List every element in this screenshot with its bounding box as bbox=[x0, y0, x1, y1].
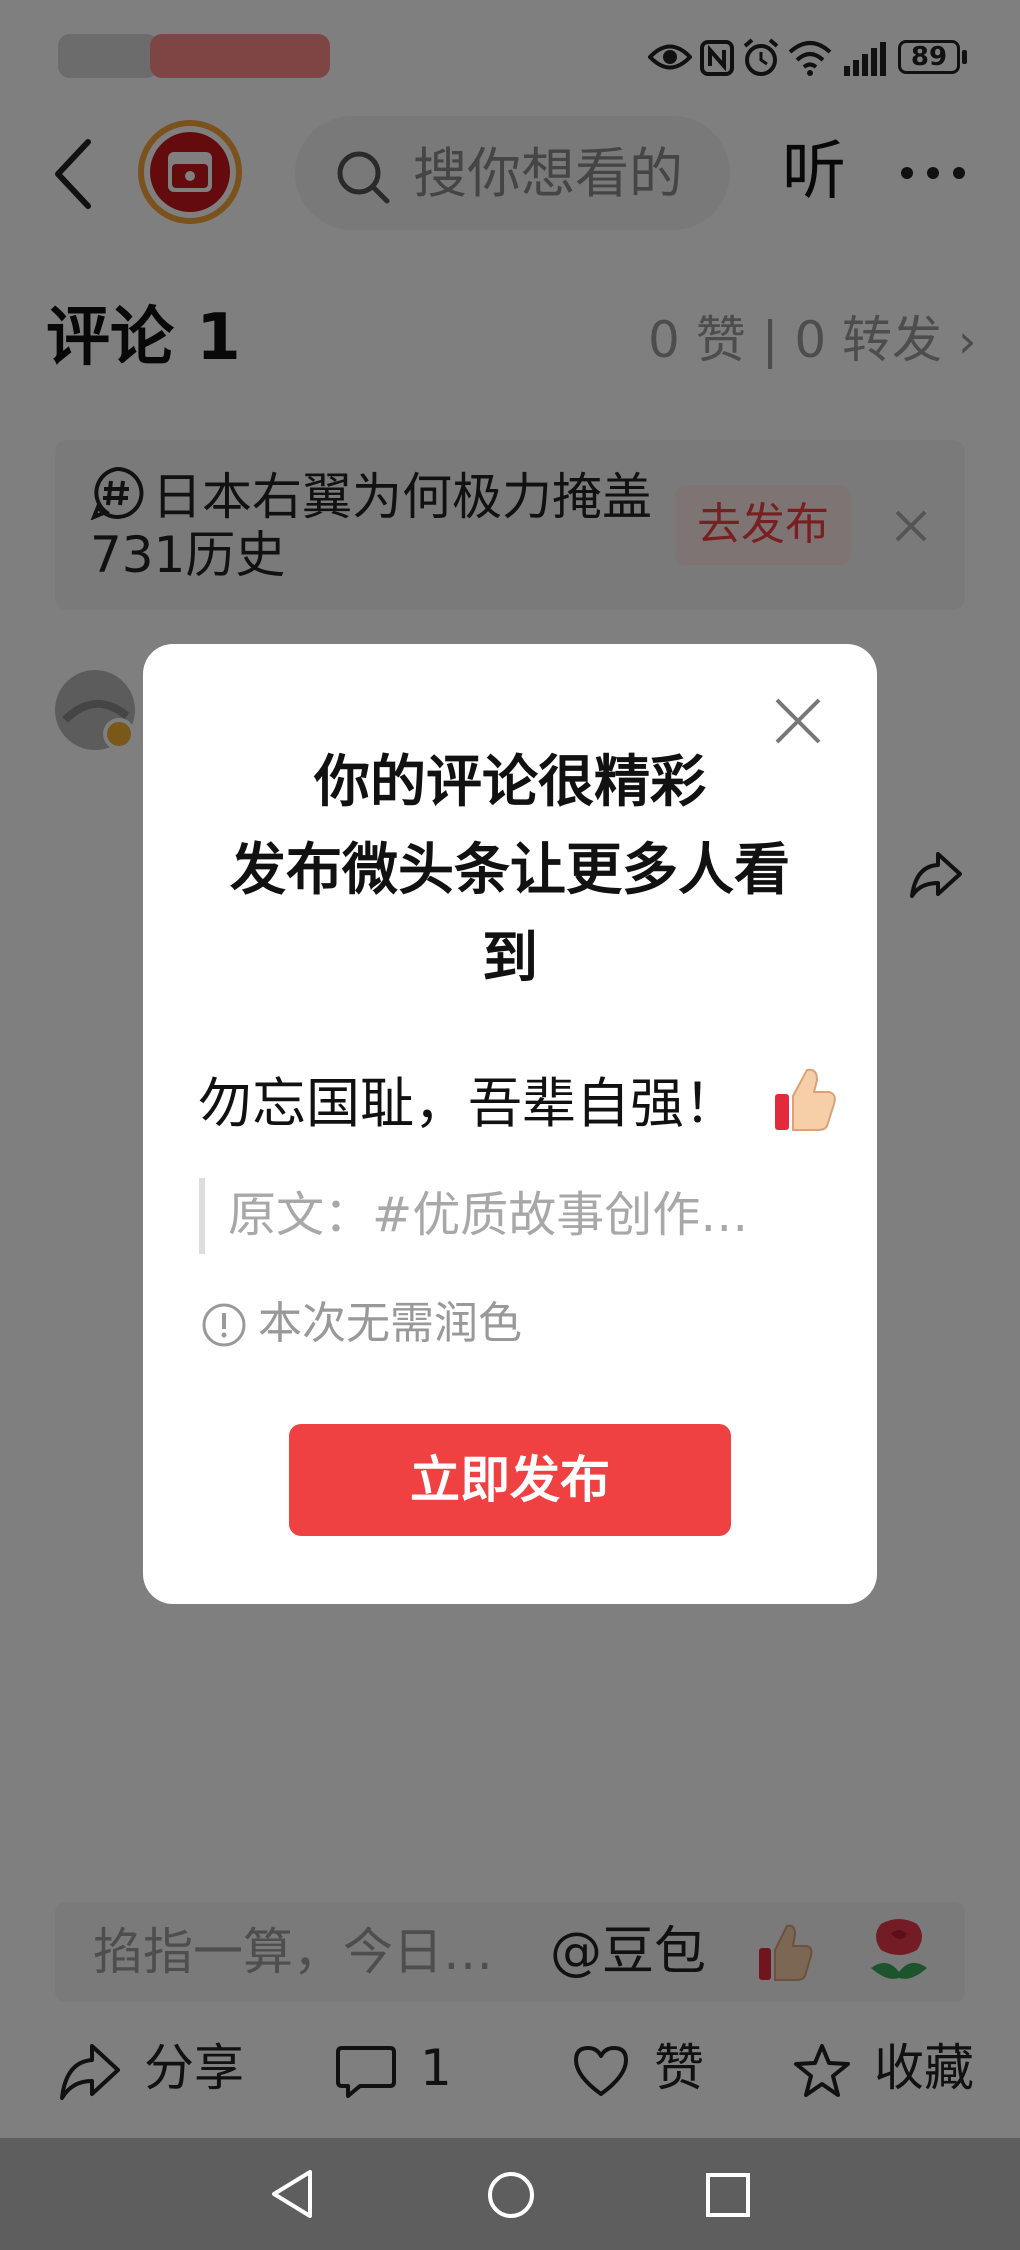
nav-back-icon[interactable] bbox=[268, 2168, 316, 2220]
polish-hint: 本次无需润色 bbox=[258, 1298, 522, 1349]
comment-text: 勿忘国耻，吾辈自强！ bbox=[198, 1072, 738, 1135]
modal-title-line: 你的评论很精彩 bbox=[314, 750, 706, 815]
nav-recents-icon[interactable] bbox=[705, 2172, 751, 2218]
thumbs-up-icon bbox=[771, 1064, 839, 1134]
info-icon bbox=[201, 1302, 247, 1348]
comment-quote: 勿忘国耻，吾辈自强！ bbox=[198, 1064, 839, 1139]
publish-modal: 你的评论很精彩 发布微头条让更多人看 到 勿忘国耻，吾辈自强！ 原文：#优质故事… bbox=[143, 644, 877, 1604]
nav-home-icon[interactable] bbox=[486, 2170, 536, 2220]
modal-title-line: 发布微头条让更多人看 bbox=[230, 838, 790, 903]
modal-title-line: 到 bbox=[482, 926, 538, 991]
quote-divider bbox=[199, 1178, 205, 1254]
system-nav-bar bbox=[0, 2138, 1020, 2250]
modal-title: 你的评论很精彩 发布微头条让更多人看 到 bbox=[143, 739, 877, 1003]
original-text: 原文：#优质故事创作… bbox=[228, 1187, 749, 1243]
publish-now-button[interactable]: 立即发布 bbox=[289, 1424, 731, 1536]
